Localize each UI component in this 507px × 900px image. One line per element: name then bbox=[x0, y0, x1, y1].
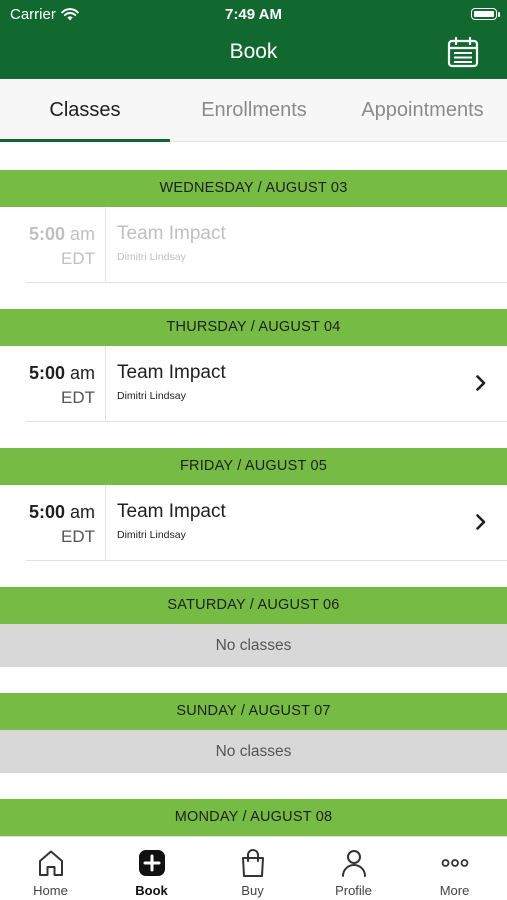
chevron-right-icon[interactable] bbox=[475, 513, 487, 531]
more-icon bbox=[441, 859, 468, 867]
class-name: Team Impact bbox=[117, 501, 226, 522]
chevron-right-icon[interactable] bbox=[475, 374, 487, 392]
class-start-time: 5:00 bbox=[28, 502, 65, 522]
day-header-sunday: SUNDAY / AUGUST 07 bbox=[0, 693, 507, 730]
nav-buy[interactable]: Buy bbox=[202, 837, 303, 900]
no-classes-message: No classes bbox=[0, 730, 507, 773]
status-time: 7:49 AM bbox=[225, 6, 282, 23]
nav-buy-label: Buy bbox=[241, 883, 264, 898]
shopping-bag-icon bbox=[241, 849, 264, 877]
class-name: Team Impact bbox=[117, 362, 226, 383]
status-bar: Carrier 7:49 AM bbox=[0, 4, 507, 26]
class-timezone: EDT bbox=[61, 388, 95, 407]
class-instructor: Dimitri Lindsay bbox=[117, 251, 186, 263]
tab-appointments[interactable]: Appointments bbox=[338, 79, 507, 142]
row-divider bbox=[26, 282, 507, 283]
nav-home-label: Home bbox=[33, 883, 68, 898]
class-ampm: am bbox=[69, 363, 95, 383]
class-time: 5:00 am EDT bbox=[0, 485, 106, 560]
class-name: Team Impact bbox=[117, 223, 226, 244]
class-row[interactable]: 5:00 am EDT Team Impact Dimitri Lindsay bbox=[0, 207, 507, 283]
booking-tabs: Classes Enrollments Appointments bbox=[0, 79, 507, 142]
class-start-time: 5:00 bbox=[28, 363, 65, 383]
bottom-nav: Home Book Buy Profile More bbox=[0, 836, 507, 900]
day-header-saturday: SATURDAY / AUGUST 06 bbox=[0, 587, 507, 624]
profile-icon bbox=[341, 850, 366, 877]
class-row[interactable]: 5:00 am EDT Team Impact Dimitri Lindsay bbox=[0, 346, 507, 422]
calendar-icon[interactable] bbox=[447, 36, 479, 68]
class-time: 5:00 am EDT bbox=[0, 207, 106, 282]
tab-enrollments[interactable]: Enrollments bbox=[170, 79, 338, 142]
class-timezone: EDT bbox=[61, 527, 95, 546]
home-icon bbox=[38, 850, 63, 876]
nav-home[interactable]: Home bbox=[0, 837, 101, 900]
day-header-wednesday: WEDNESDAY / AUGUST 03 bbox=[0, 170, 507, 207]
nav-book[interactable]: Book bbox=[101, 837, 202, 900]
tab-classes[interactable]: Classes bbox=[0, 79, 170, 142]
class-start-time: 5:00 bbox=[28, 224, 65, 244]
day-header-thursday: THURSDAY / AUGUST 04 bbox=[0, 309, 507, 346]
no-classes-message: No classes bbox=[0, 624, 507, 667]
nav-more-label: More bbox=[439, 883, 470, 898]
class-ampm: am bbox=[69, 502, 95, 522]
battery-icon bbox=[471, 8, 500, 20]
class-ampm: am bbox=[69, 224, 95, 244]
class-time: 5:00 am EDT bbox=[0, 346, 106, 421]
page-title: Book bbox=[229, 40, 278, 63]
class-instructor: Dimitri Lindsay bbox=[117, 529, 186, 541]
nav-profile-label: Profile bbox=[335, 883, 372, 898]
class-instructor: Dimitri Lindsay bbox=[117, 390, 186, 402]
row-divider bbox=[26, 560, 507, 561]
day-header-monday: MONDAY / AUGUST 08 bbox=[0, 799, 507, 836]
book-plus-icon bbox=[138, 850, 165, 876]
nav-book-label: Book bbox=[135, 883, 168, 898]
class-timezone: EDT bbox=[61, 249, 95, 268]
class-row[interactable]: 5:00 am EDT Team Impact Dimitri Lindsay bbox=[0, 485, 507, 561]
app-header: Carrier 7:49 AM Book bbox=[0, 0, 507, 79]
nav-profile[interactable]: Profile bbox=[303, 837, 404, 900]
nav-more[interactable]: More bbox=[404, 837, 505, 900]
day-header-friday: FRIDAY / AUGUST 05 bbox=[0, 448, 507, 485]
class-schedule-list[interactable]: WEDNESDAY / AUGUST 03 5:00 am EDT Team I… bbox=[0, 142, 507, 836]
row-divider bbox=[26, 421, 507, 422]
